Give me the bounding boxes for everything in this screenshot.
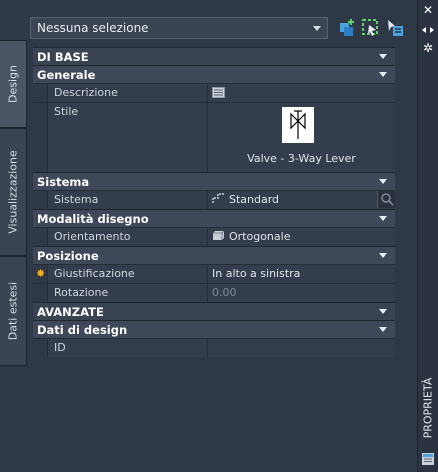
close-icon[interactable]: ✕ (421, 3, 435, 17)
property-value-id[interactable] (208, 339, 395, 357)
edit-description-icon[interactable] (212, 87, 225, 98)
property-row-id[interactable]: ID (33, 338, 395, 357)
section-dati-di-design[interactable]: Dati di design (33, 320, 395, 338)
property-label: Sistema (47, 191, 208, 209)
property-value-sistema[interactable]: Standard (208, 191, 395, 209)
property-label: Descrizione (47, 84, 208, 102)
section-dati-di-design-title: Dati di design (37, 323, 128, 337)
section-modalita-disegno[interactable]: Modalità disegno (33, 209, 395, 227)
section-generale[interactable]: Generale (33, 65, 395, 83)
property-value-descrizione[interactable] (208, 84, 395, 102)
chevron-down-icon (379, 327, 387, 332)
property-grid: DI BASE Generale Descrizione Stile Valve… (33, 47, 395, 357)
property-value-rotazione[interactable]: 0.00 (208, 284, 395, 302)
selection-value: Nessuna selezione (37, 21, 149, 35)
selection-toolbar: Nessuna selezione (30, 16, 414, 40)
cube-icon (213, 230, 225, 240)
chevron-down-icon (379, 72, 387, 77)
property-row-giustificazione[interactable]: ✸ Giustificazione In alto a sinistra (33, 264, 395, 283)
section-avanzate-title: AVANZATE (37, 305, 104, 319)
property-row-rotazione[interactable]: Rotazione 0.00 (33, 283, 395, 302)
tab-design[interactable]: Design (0, 40, 27, 128)
section-posizione[interactable]: Posizione (33, 246, 395, 264)
property-row-descrizione[interactable]: Descrizione (33, 83, 395, 102)
search-icon[interactable] (377, 191, 395, 208)
section-avanzate[interactable]: AVANZATE (33, 302, 395, 320)
property-label: Stile (47, 103, 208, 172)
properties-icon[interactable] (421, 452, 435, 466)
property-row-orientamento[interactable]: Orientamento Ortogonale (33, 227, 395, 246)
chevron-down-icon (379, 216, 387, 221)
section-di-base[interactable]: DI BASE (33, 47, 395, 65)
section-sistema[interactable]: Sistema (33, 172, 395, 190)
selection-dropdown[interactable]: Nessuna selezione (30, 17, 328, 39)
palette-title-bar[interactable]: ✕ ✲ PROPRIETÀ (417, 0, 438, 472)
palette-content: Nessuna selezione DI BASE Generale Descr… (27, 0, 417, 472)
section-modalita-disegno-title: Modalità disegno (37, 212, 149, 226)
style-name: Valve - 3-Way Lever (247, 152, 356, 165)
property-label: ID (47, 339, 208, 357)
chevron-down-icon (379, 54, 387, 59)
property-row-stile[interactable]: Stile Valve - 3-Way Lever (33, 102, 395, 172)
property-value-orientamento[interactable]: Ortogonale (208, 228, 395, 246)
tab-dati-estesi[interactable]: Dati estesi (0, 256, 27, 366)
chevron-down-icon (379, 253, 387, 258)
gear-icon[interactable]: ✲ (421, 41, 435, 55)
tab-visualizzazione-label: Visualizzazione (6, 150, 20, 234)
system-icon (212, 193, 224, 203)
property-row-sistema[interactable]: Sistema Standard (33, 190, 395, 209)
auto-hide-icon[interactable] (421, 23, 435, 37)
chevron-down-icon (379, 309, 387, 314)
section-di-base-title: DI BASE (37, 50, 89, 64)
modified-star-icon: ✸ (36, 267, 46, 280)
chevron-down-icon (313, 26, 321, 31)
quick-select-icon[interactable] (385, 18, 405, 38)
section-sistema-title: Sistema (37, 175, 90, 189)
tab-visualizzazione[interactable]: Visualizzazione (0, 128, 27, 256)
style-preview-image (282, 107, 314, 143)
properties-palette: Design Visualizzazione Dati estesi Nessu… (0, 0, 438, 472)
section-posizione-title: Posizione (37, 249, 99, 263)
add-to-selection-icon[interactable] (337, 18, 357, 38)
section-generale-title: Generale (37, 68, 96, 82)
palette-title: PROPRIETÀ (421, 377, 435, 439)
property-label: Rotazione (47, 284, 208, 302)
tab-design-label: Design (6, 65, 20, 103)
tab-dati-estesi-label: Dati estesi (6, 281, 20, 341)
property-value-giustificazione[interactable]: In alto a sinistra (208, 265, 395, 283)
property-label: Giustificazione (47, 265, 208, 283)
chevron-down-icon (379, 179, 387, 184)
property-label: Orientamento (47, 228, 208, 246)
property-value-stile[interactable]: Valve - 3-Way Lever (208, 103, 395, 172)
select-objects-icon[interactable] (361, 18, 381, 38)
